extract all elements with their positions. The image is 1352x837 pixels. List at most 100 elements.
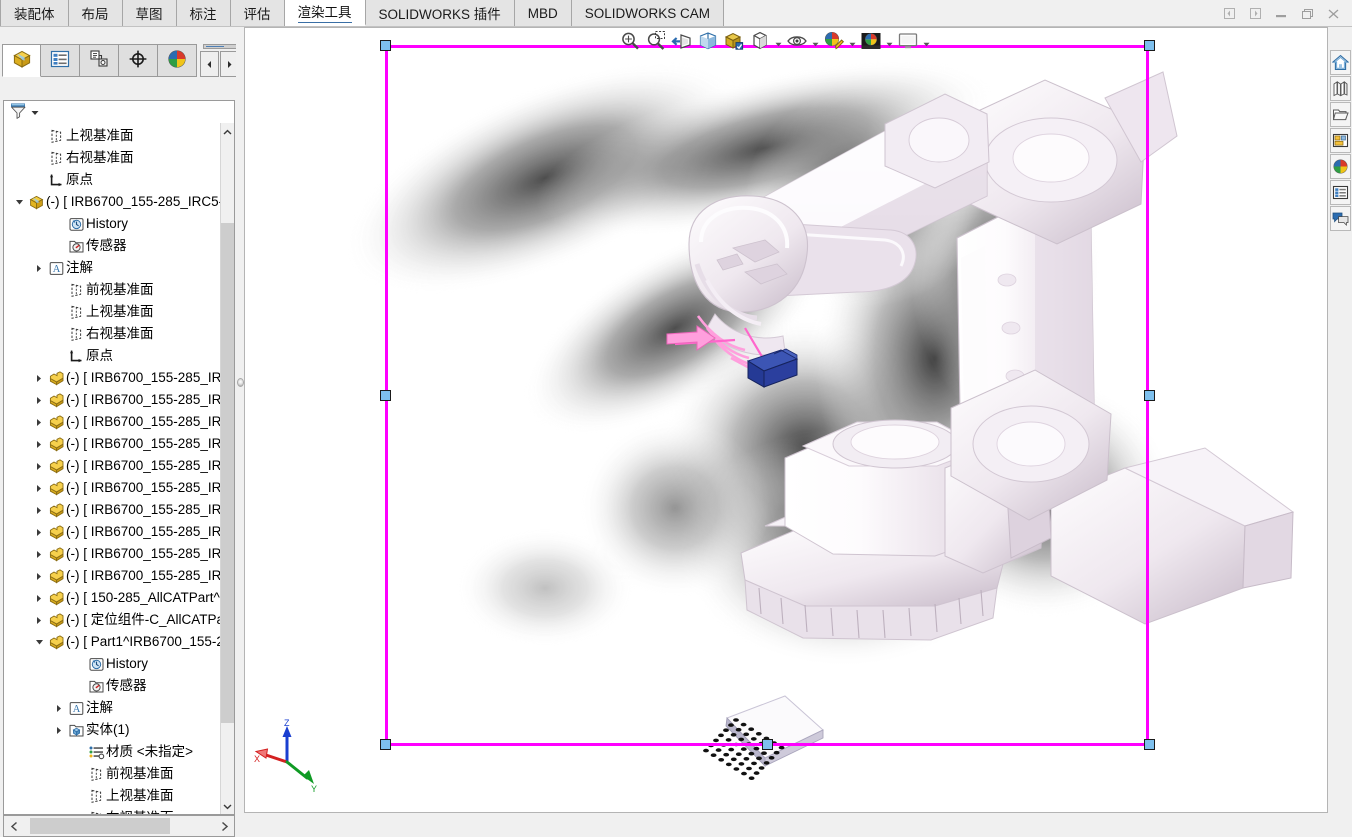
chevron-right-icon[interactable] (32, 543, 46, 565)
minimize-button[interactable] (1268, 2, 1294, 26)
solidworks-resources-button[interactable] (1330, 50, 1351, 75)
tree-item[interactable]: A 注解 (4, 257, 234, 279)
tree-item[interactable]: 传感器 (4, 235, 234, 257)
view-settings-caret-icon[interactable] (921, 29, 932, 55)
tree-item[interactable]: 上视基准面 (4, 125, 234, 147)
chevron-down-icon[interactable] (32, 631, 46, 653)
ribbon-tab-3[interactable]: 草图 (122, 0, 177, 26)
tree-item[interactable]: 材质 <未指定> (4, 741, 234, 763)
display-style-caret-icon[interactable] (773, 29, 784, 55)
tree-item[interactable]: 右视基准面 (4, 807, 234, 814)
tree-item[interactable]: History (4, 213, 234, 235)
graphics-viewport[interactable]: Z X Y (244, 27, 1328, 813)
custom-properties-button[interactable] (1330, 180, 1351, 205)
chevron-right-icon[interactable] (32, 367, 46, 389)
tree-horizontal-scrollbar[interactable] (3, 815, 235, 837)
restore-left-button[interactable] (1216, 2, 1242, 26)
tree-item[interactable]: (-) [ IRB6700_155-285_IRC (4, 499, 234, 521)
panel-splitter[interactable] (236, 27, 244, 813)
forum-button[interactable] (1330, 206, 1351, 231)
zoom-to-fit-button[interactable] (617, 29, 643, 55)
close-button[interactable] (1320, 2, 1346, 26)
ribbon-tab-1[interactable]: 装配体 (0, 0, 69, 26)
apply-scene-caret-icon[interactable] (884, 29, 895, 55)
ribbon-tab-4[interactable]: 标注 (176, 0, 231, 26)
tree-hscroll-thumb[interactable] (30, 818, 170, 834)
chevron-right-icon[interactable] (32, 411, 46, 433)
dimxpert-manager-tab[interactable] (119, 44, 158, 77)
tree-scroll-right-button[interactable] (214, 816, 234, 836)
chevron-right-icon[interactable] (52, 697, 66, 719)
hide-show-items-button[interactable] (784, 29, 810, 55)
chevron-right-icon[interactable] (32, 587, 46, 609)
tree-item[interactable]: 前视基准面 (4, 279, 234, 301)
resize-handle-middle-left[interactable] (380, 390, 391, 401)
resize-handle-top-left[interactable] (380, 40, 391, 51)
section-view-button[interactable] (695, 29, 721, 55)
restore-window-button[interactable] (1294, 2, 1320, 26)
tree-scroll-up-button[interactable] (221, 124, 234, 140)
chevron-right-icon[interactable] (32, 609, 46, 631)
feature-tree-tab[interactable] (2, 44, 41, 77)
display-style-button[interactable] (747, 29, 773, 55)
zoom-to-area-button[interactable] (643, 29, 669, 55)
file-explorer-button[interactable] (1330, 102, 1351, 127)
tree-item[interactable]: (-) [ IRB6700_155-285_IRC (4, 455, 234, 477)
tree-item[interactable]: (-) [ IRB6700_155-285_IRC5-B( (4, 191, 230, 213)
resize-handle-middle-right[interactable] (1144, 390, 1155, 401)
filter-dropdown-caret-icon[interactable] (31, 105, 39, 120)
ribbon-tab-9[interactable]: SOLIDWORKS CAM (571, 0, 725, 26)
chevron-right-icon[interactable] (32, 389, 46, 411)
property-manager-tab[interactable] (41, 44, 80, 77)
tree-filter-bar[interactable] (3, 100, 235, 124)
view-orientation-button[interactable] (721, 29, 747, 55)
tree-item[interactable]: (-) [ 150-285_AllCATPart^I (4, 587, 234, 609)
feature-tree[interactable]: 上视基准面 右视基准面 原点 (-) [ IRB6700_155-285_IRC5-B… (3, 123, 235, 815)
tree-item[interactable]: A 注解 (4, 697, 234, 719)
tree-item[interactable]: (-) [ IRB6700_155-285_IRC (4, 389, 234, 411)
tree-item[interactable]: (-) [ IRB6700_155-285_IRC (4, 411, 234, 433)
tree-scrollbar-thumb[interactable] (221, 223, 234, 723)
chevron-down-icon[interactable] (12, 191, 26, 213)
tree-item[interactable]: (-) [ IRB6700_155-285_IRC (4, 565, 234, 587)
chevron-right-icon[interactable] (52, 719, 66, 741)
tree-item[interactable]: (-) [ Part1^IRB6700_155-2 (4, 631, 234, 653)
edit-appearance-button[interactable] (821, 29, 847, 55)
chevron-right-icon[interactable] (32, 499, 46, 521)
tree-item[interactable]: 右视基准面 (4, 147, 234, 169)
tree-item[interactable]: (-) [ IRB6700_155-285_IRC (4, 367, 234, 389)
tree-hscroll-track[interactable] (24, 816, 214, 836)
configuration-manager-tab[interactable] (80, 44, 119, 77)
restore-right-button[interactable] (1242, 2, 1268, 26)
tree-item[interactable]: 右视基准面 (4, 323, 234, 345)
tree-item[interactable]: (-) [ IRB6700_155-285_IRC (4, 521, 234, 543)
previous-view-button[interactable] (669, 29, 695, 55)
ribbon-tab-2[interactable]: 布局 (68, 0, 123, 26)
resize-handle-bottom-right[interactable] (1144, 739, 1155, 750)
view-settings-button[interactable] (895, 29, 921, 55)
resize-handle-bottom-center[interactable] (762, 739, 773, 750)
tree-item[interactable]: 上视基准面 (4, 301, 234, 323)
tree-item[interactable]: History (4, 653, 234, 675)
ribbon-tab-6[interactable]: 渲染工具 (284, 0, 366, 26)
appearances-scenes-button[interactable] (1330, 154, 1351, 179)
tree-item[interactable]: 实体(1) (4, 719, 234, 741)
chevron-right-icon[interactable] (32, 433, 46, 455)
tree-item[interactable]: (-) [ 定位组件-C_AllCATPart (4, 609, 234, 631)
resize-handle-bottom-left[interactable] (380, 739, 391, 750)
display-manager-tab[interactable] (158, 44, 197, 77)
tabs-scroll-left-button[interactable] (200, 51, 219, 77)
tree-item[interactable]: 原点 (4, 345, 234, 367)
tree-item[interactable]: (-) [ IRB6700_155-285_IRC (4, 477, 234, 499)
tree-item[interactable]: 上视基准面 (4, 785, 234, 807)
ribbon-tab-8[interactable]: MBD (514, 0, 572, 26)
tree-item[interactable]: (-) [ IRB6700_155-285_IRC (4, 543, 234, 565)
tree-item[interactable]: 前视基准面 (4, 763, 234, 785)
tree-item[interactable]: (-) [ IRB6700_155-285_IRC (4, 433, 234, 455)
tree-item[interactable]: 传感器 (4, 675, 234, 697)
ribbon-tab-5[interactable]: 评估 (230, 0, 285, 26)
hide-show-items-caret-icon[interactable] (810, 29, 821, 55)
ribbon-tab-7[interactable]: SOLIDWORKS 插件 (365, 0, 515, 26)
chevron-right-icon[interactable] (32, 455, 46, 477)
tree-scroll-left-button[interactable] (4, 816, 24, 836)
